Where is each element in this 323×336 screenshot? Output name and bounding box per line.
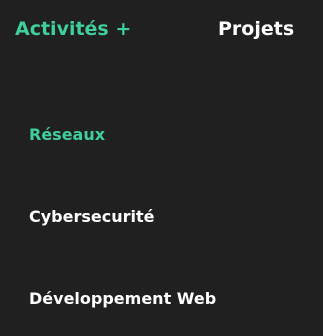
menu-item-developpement-web[interactable]: Développement Web — [29, 288, 216, 310]
nav-item-activites[interactable]: Activités + — [15, 16, 131, 42]
activites-dropdown-menu: Réseaux Cybersecurité Développement Web — [0, 60, 323, 336]
menu-item-cybersecurite[interactable]: Cybersecurité — [29, 206, 155, 228]
nav-item-projets[interactable]: Projets — [218, 16, 294, 42]
top-nav: Activités + Projets — [0, 0, 323, 60]
menu-item-reseaux[interactable]: Réseaux — [29, 124, 105, 146]
